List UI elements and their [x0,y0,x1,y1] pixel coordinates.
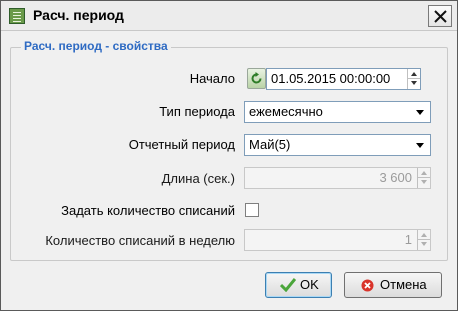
count-per-week-spinner[interactable] [417,230,430,250]
arrow-up-icon [421,233,427,237]
table-icon [9,8,25,24]
report-period-select[interactable]: Май(5) [244,134,431,156]
count-per-week-label: Количество списаний в неделю [45,233,235,248]
arrow-up-icon [411,72,417,76]
period-type-select[interactable]: ежемесячно [244,101,431,123]
checkmark-icon [280,278,296,292]
dialog-window: Расч. период Расч. период - свойства Нач… [0,0,458,311]
length-input[interactable]: 3 600 [244,167,431,189]
count-per-week-value: 1 [404,232,412,247]
length-label: Длина (сек.) [161,171,235,186]
spinner-up-button[interactable] [408,69,420,79]
chevron-down-icon [416,143,424,148]
refresh-icon [251,72,262,84]
close-button[interactable] [428,5,452,27]
set-count-label: Задать количество списаний [61,203,235,218]
spinner-down-button[interactable] [408,79,420,89]
ok-button[interactable]: OK [265,272,332,298]
start-datetime-input[interactable]: 01.05.2015 00:00:00 [266,68,421,90]
arrow-up-icon [421,171,427,175]
spinner-down-button[interactable] [418,240,430,250]
arrow-down-icon [411,81,417,85]
close-icon [434,10,447,23]
start-datetime-value: 01.05.2015 00:00:00 [271,71,391,86]
length-value: 3 600 [379,170,412,185]
count-per-week-input[interactable]: 1 [244,229,431,251]
start-spinner[interactable] [407,69,420,89]
cancel-icon [361,279,374,292]
title-bar[interactable]: Расч. период [1,1,457,31]
period-type-label: Тип периода [159,104,235,119]
group-legend: Расч. период - свойства [21,39,171,53]
spinner-down-button[interactable] [418,178,430,188]
start-label: Начало [189,71,235,86]
reset-start-button[interactable] [247,68,266,89]
set-count-checkbox[interactable] [245,203,259,217]
cancel-button[interactable]: Отмена [344,272,442,298]
length-spinner[interactable] [417,168,430,188]
period-type-value: ежемесячно [249,104,323,119]
chevron-down-icon [416,110,424,115]
report-period-label: Отчетный период [128,137,235,152]
spinner-up-button[interactable] [418,230,430,240]
spinner-up-button[interactable] [418,168,430,178]
ok-label: OK [300,277,319,292]
arrow-down-icon [421,180,427,184]
window-title: Расч. период [33,7,124,23]
report-period-value: Май(5) [249,137,291,152]
arrow-down-icon [421,242,427,246]
cancel-label: Отмена [380,277,427,292]
